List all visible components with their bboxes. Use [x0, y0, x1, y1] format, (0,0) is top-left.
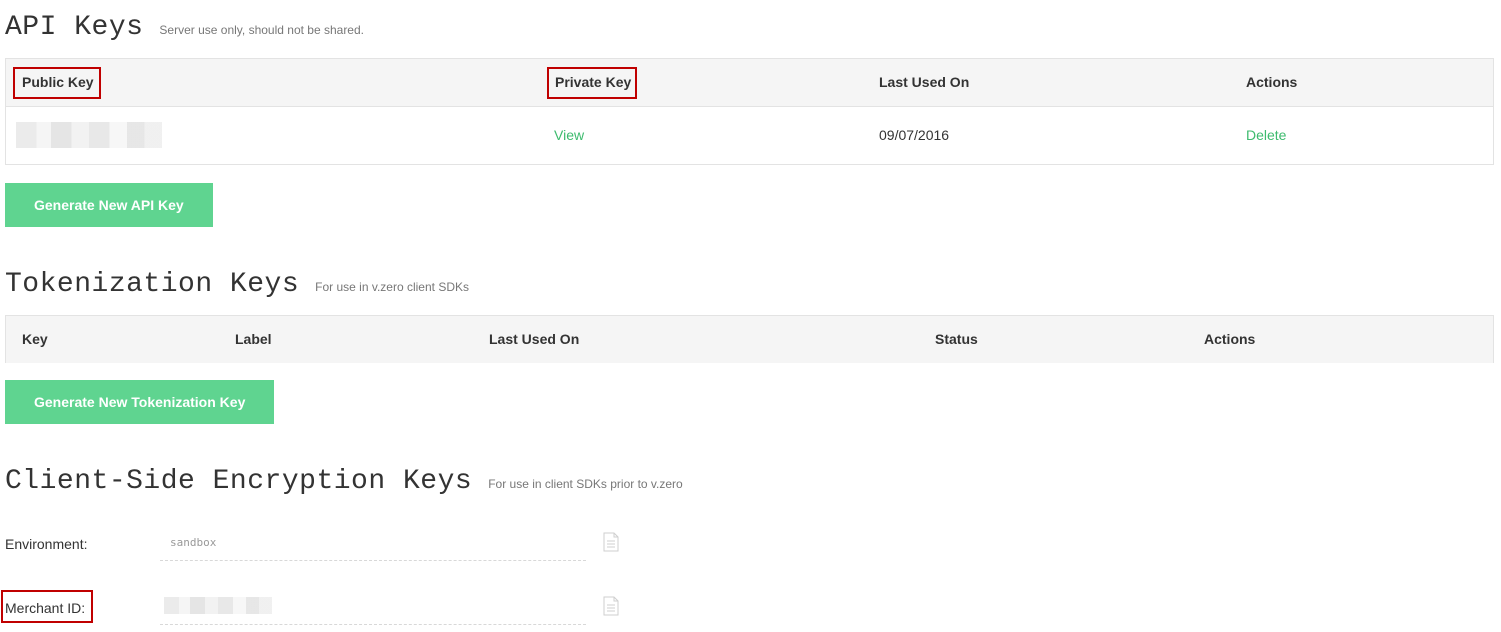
tokenization-keys-table: Key Label Last Used On Status Actions [5, 315, 1494, 363]
copy-icon[interactable] [603, 532, 619, 552]
cse-keys-title: Client-Side Encryption Keys [5, 466, 473, 497]
column-actions: Actions [1204, 331, 1256, 347]
environment-field[interactable]: sandbox [160, 528, 586, 561]
environment-label: Environment: [5, 536, 88, 552]
api-keys-heading: API Keys Server use only, should not be … [5, 12, 364, 43]
tokenization-keys-table-header: Key Label Last Used On Status Actions [6, 316, 1493, 363]
column-public-key: Public Key [22, 74, 94, 90]
api-keys-table-header: Public Key Private Key Last Used On Acti… [6, 59, 1493, 107]
column-last-used-on: Last Used On [489, 331, 580, 347]
generate-api-key-button[interactable]: Generate New API Key [5, 183, 213, 227]
last-used-on-value: 09/07/2016 [879, 127, 950, 143]
column-last-used-on: Last Used On [879, 74, 970, 90]
api-keys-subtitle: Server use only, should not be shared. [159, 23, 364, 37]
merchant-id-label: Merchant ID: [5, 600, 86, 616]
delete-api-key-link[interactable]: Delete [1246, 107, 1286, 164]
generate-tokenization-key-button[interactable]: Generate New Tokenization Key [5, 380, 275, 424]
api-keys-table: Public Key Private Key Last Used On Acti… [5, 58, 1494, 165]
merchant-id-field[interactable] [160, 592, 586, 625]
cse-keys-heading: Client-Side Encryption Keys For use in c… [5, 466, 683, 497]
view-private-key-link[interactable]: View [554, 107, 584, 164]
column-key: Key [22, 331, 48, 347]
tokenization-keys-heading: Tokenization Keys For use in v.zero clie… [5, 269, 469, 300]
tokenization-keys-title: Tokenization Keys [5, 269, 300, 300]
public-key-value-redacted [16, 122, 162, 148]
column-status: Status [935, 331, 978, 347]
column-private-key: Private Key [555, 74, 632, 90]
copy-icon[interactable] [603, 596, 619, 616]
merchant-id-value-redacted [164, 597, 272, 614]
environment-value: sandbox [170, 536, 217, 549]
api-keys-title: API Keys [5, 12, 144, 43]
column-label: Label [235, 331, 272, 347]
table-row: View 09/07/2016 Delete [6, 107, 1493, 164]
cse-keys-subtitle: For use in client SDKs prior to v.zero [488, 477, 683, 491]
column-actions: Actions [1246, 74, 1298, 90]
tokenization-keys-subtitle: For use in v.zero client SDKs [315, 280, 469, 294]
